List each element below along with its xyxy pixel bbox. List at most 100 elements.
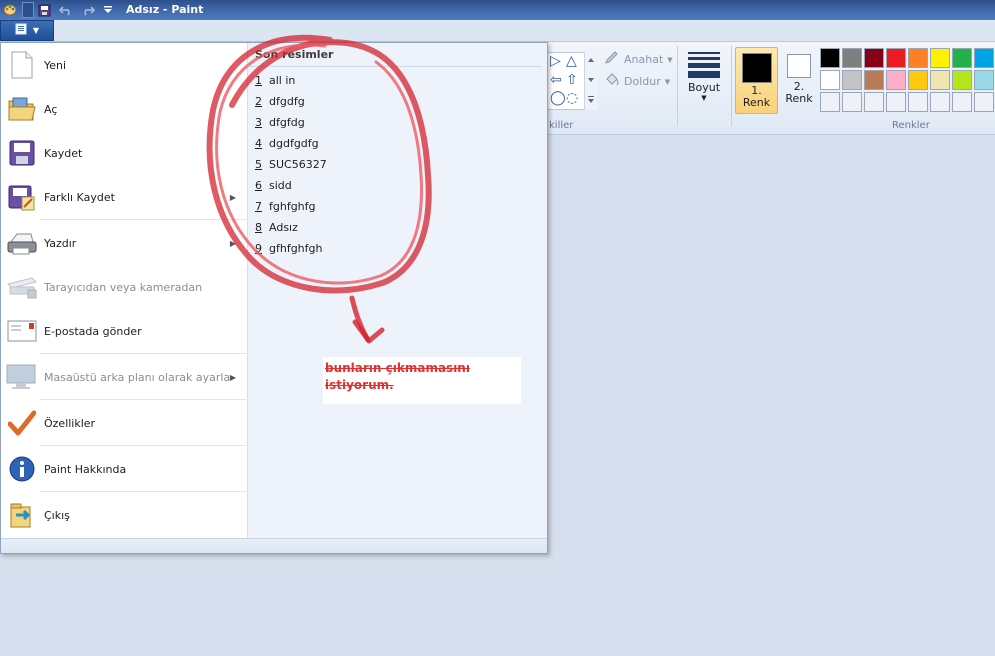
palette-color-swatch[interactable]	[864, 48, 884, 68]
fill-bucket-icon	[604, 73, 620, 90]
shape-triangle-icon[interactable]: △	[566, 54, 577, 68]
chevron-down-icon: ▼	[701, 94, 707, 102]
window-title: Adsız - Paint	[126, 3, 204, 16]
palette-color-swatch[interactable]	[930, 48, 950, 68]
new-file-icon	[6, 49, 38, 81]
recent-picture-item[interactable]: 8 Adsız	[255, 221, 298, 234]
palette-color-swatch[interactable]	[974, 48, 994, 68]
desktop-background-icon	[6, 361, 38, 393]
recent-picture-item[interactable]: 3 dfgfdg	[255, 116, 305, 129]
menu-item-save[interactable]: Kaydet	[0, 131, 246, 175]
size-button[interactable]: Boyut ▼	[682, 48, 726, 116]
paint-app-icon[interactable]	[2, 2, 18, 18]
color2-button[interactable]: 2. Renk	[782, 47, 816, 114]
palette-color-swatch[interactable]	[908, 92, 928, 112]
recent-item-number: 1	[255, 74, 262, 87]
menu-item-save-as[interactable]: Farklı Kaydet ▶	[0, 175, 246, 219]
color-palette	[820, 48, 994, 112]
palette-color-swatch[interactable]	[930, 70, 950, 90]
scanner-icon	[6, 271, 38, 303]
color1-button[interactable]: 1. Renk	[735, 47, 778, 114]
palette-color-swatch[interactable]	[886, 92, 906, 112]
menu-separator	[40, 491, 246, 492]
menu-item-properties[interactable]: Özellikler	[0, 401, 246, 445]
palette-color-swatch[interactable]	[820, 48, 840, 68]
app-menu-button-small[interactable]	[22, 2, 34, 18]
recent-item-name: dfgdfg	[269, 95, 305, 108]
menu-item-set-desktop-background[interactable]: Masaüstü arka planı olarak ayarla ▶	[0, 355, 246, 399]
palette-color-swatch[interactable]	[952, 70, 972, 90]
palette-color-swatch[interactable]	[864, 70, 884, 90]
recent-picture-item[interactable]: 1 all in	[255, 74, 295, 87]
menu-item-label: Aç	[44, 102, 58, 116]
save-disk-icon	[6, 137, 38, 169]
palette-color-swatch[interactable]	[842, 70, 862, 90]
save-as-icon	[6, 181, 38, 213]
menu-item-from-scanner[interactable]: Tarayıcıdan veya kameradan	[0, 265, 246, 309]
menu-item-label: Masaüstü arka planı olarak ayarla	[44, 370, 231, 384]
shape-cloud-callout-icon[interactable]: ◌	[566, 91, 578, 105]
palette-color-swatch[interactable]	[974, 92, 994, 112]
recent-picture-item[interactable]: 2 dfgdfg	[255, 95, 305, 108]
undo-icon[interactable]	[58, 2, 74, 18]
palette-color-swatch[interactable]	[864, 92, 884, 112]
recent-item-number: 2	[255, 95, 262, 108]
palette-color-swatch[interactable]	[974, 70, 994, 90]
recent-picture-item[interactable]: 9 gfhfghfgh	[255, 242, 322, 255]
recent-item-name: SUC56327	[269, 158, 327, 171]
palette-color-swatch[interactable]	[820, 92, 840, 112]
menu-item-label: Paint Hakkında	[44, 462, 127, 476]
recent-item-number: 7	[255, 200, 262, 213]
palette-color-swatch[interactable]	[952, 92, 972, 112]
recent-picture-item[interactable]: 5 SUC56327	[255, 158, 327, 171]
palette-color-swatch[interactable]	[952, 48, 972, 68]
palette-color-swatch[interactable]	[930, 92, 950, 112]
shape-arrow-up-icon[interactable]: ⇧	[566, 73, 578, 87]
recent-item-name: gfhfghfgh	[269, 242, 323, 255]
shape-arrow-right-icon[interactable]: ▷	[550, 54, 561, 68]
color1-swatch	[741, 53, 772, 83]
menu-item-about-paint[interactable]: Paint Hakkında	[0, 447, 246, 491]
app-menu-button[interactable]: ▼	[0, 20, 54, 41]
redo-icon[interactable]	[80, 2, 96, 18]
outline-button[interactable]: Anahat ▼	[604, 51, 673, 68]
palette-color-swatch[interactable]	[908, 48, 928, 68]
shapes-gallery-scroll[interactable]	[584, 52, 597, 110]
menu-item-new[interactable]: Yeni	[0, 43, 246, 87]
palette-color-swatch[interactable]	[886, 70, 906, 90]
recent-pictures-header: Son resimler	[255, 48, 334, 61]
shape-oval-callout-icon[interactable]: ◯	[550, 91, 566, 105]
recent-picture-item[interactable]: 7 fghfghfg	[255, 200, 316, 213]
menu-item-email[interactable]: E-postada gönder	[0, 309, 246, 353]
menu-item-open[interactable]: Aç	[0, 87, 246, 131]
title-bar: Adsız - Paint	[0, 0, 995, 20]
recent-picture-item[interactable]: 6 sidd	[255, 179, 292, 192]
palette-color-swatch[interactable]	[820, 70, 840, 90]
shape-arrow-left-icon[interactable]: ⇦	[550, 73, 562, 87]
customize-dropdown-icon[interactable]	[100, 2, 116, 18]
email-icon	[6, 315, 38, 347]
menu-item-exit[interactable]: Çıkış	[0, 493, 246, 537]
menu-separator	[40, 399, 246, 400]
recent-item-name: sidd	[269, 179, 292, 192]
menu-item-print[interactable]: Yazdır ▶	[0, 221, 246, 265]
submenu-arrow-icon: ▶	[229, 372, 236, 382]
recent-item-number: 5	[255, 158, 262, 171]
recent-item-name: all in	[269, 74, 296, 87]
color2-label-line2: Renk	[785, 92, 813, 105]
annotation-note-text: bunların çıkmamasını istiyorum.	[325, 361, 470, 392]
printer-icon	[6, 227, 38, 259]
fill-label: Doldur	[624, 75, 661, 88]
shapes-group-label: killer	[549, 120, 574, 131]
fill-button[interactable]: Doldur ▼	[604, 73, 670, 90]
menu-item-label: Yeni	[44, 58, 67, 72]
ribbon-separator	[677, 46, 678, 126]
recent-picture-item[interactable]: 4 dgdfgdfg	[255, 137, 319, 150]
palette-color-swatch[interactable]	[908, 70, 928, 90]
palette-color-swatch[interactable]	[886, 48, 906, 68]
save-icon[interactable]	[36, 2, 52, 18]
palette-color-swatch[interactable]	[842, 48, 862, 68]
colors-group-label: Renkler	[892, 120, 930, 131]
menu-footer	[1, 538, 547, 553]
palette-color-swatch[interactable]	[842, 92, 862, 112]
